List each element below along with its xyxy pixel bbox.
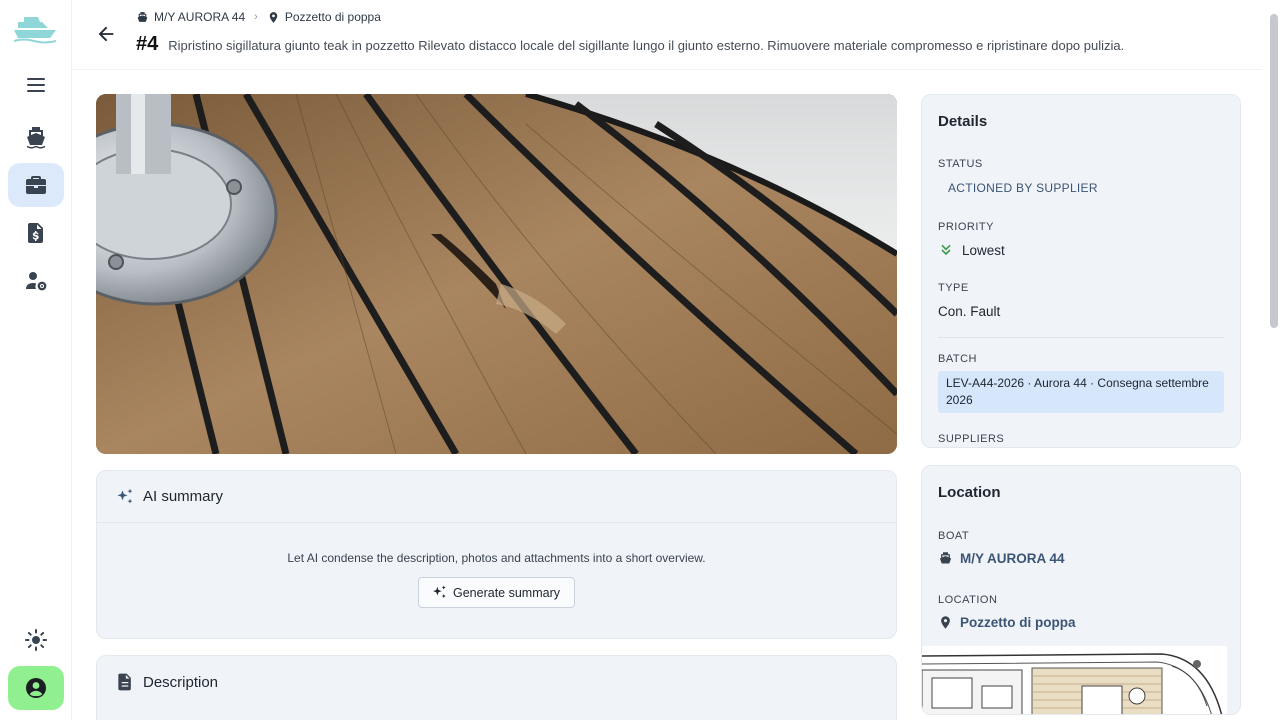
batch-chip[interactable]: LEV-A44-2026 · Aurora 44 · Consegna sett… (938, 371, 1224, 413)
ship-icon (27, 127, 45, 149)
description-title: Description (143, 673, 219, 691)
account-button[interactable] (8, 666, 64, 710)
page-title: #4 Ripristino sigillatura giunto teak in… (136, 33, 1124, 56)
deck-plan-image[interactable] (922, 646, 1227, 714)
ai-summary-card: AI summary Let AI condense the descripti… (96, 470, 897, 639)
app-logo-boat-icon[interactable] (12, 14, 60, 46)
chevrons-down-icon (941, 244, 951, 256)
sun-icon (25, 629, 47, 651)
sparkles-icon (117, 488, 133, 504)
ship-icon (137, 11, 148, 22)
breadcrumb-boat-label: M/Y AURORA 44 (154, 10, 246, 24)
back-button[interactable] (92, 20, 120, 48)
ai-summary-header: AI summary (97, 471, 896, 523)
invoice-dollar-icon (28, 223, 43, 243)
description-card: Description (96, 655, 897, 720)
location-card: Location BOAT M/Y AURORA 44 LOCATION Poz… (921, 465, 1241, 715)
generate-summary-label: Generate summary (453, 585, 560, 600)
suppliers-label: SUPPLIERS (938, 433, 1005, 445)
left-nav-rail (0, 0, 72, 720)
briefcase-icon (26, 176, 46, 194)
priority-value[interactable]: Lowest (938, 242, 1005, 258)
location-link[interactable]: Pozzetto di poppa (938, 615, 1076, 630)
breadcrumb-location-label: Pozzetto di poppa (284, 10, 381, 24)
menu-toggle-button[interactable] (8, 63, 64, 107)
ai-summary-hint: Let AI condense the description, photos … (287, 551, 706, 565)
description-header: Description (97, 656, 896, 708)
page-scrollbar[interactable] (1270, 14, 1278, 328)
map-pin-icon (269, 11, 278, 23)
generate-summary-button[interactable]: Generate summary (418, 577, 575, 608)
map-pin-icon (941, 616, 950, 629)
document-icon (118, 673, 131, 691)
deck-plan-drawing (922, 646, 1227, 714)
priority-text: Lowest (962, 242, 1005, 258)
priority-label: PRIORITY (938, 221, 994, 233)
teak-deck-photo (96, 94, 897, 454)
details-card: Details STATUS ACTIONED BY SUPPLIER PRIO… (921, 94, 1241, 448)
boat-link-label: M/Y AURORA 44 (960, 551, 1065, 566)
type-label: TYPE (938, 282, 969, 294)
breadcrumb-separator: › (254, 11, 258, 23)
boat-link[interactable]: M/Y AURORA 44 (938, 551, 1065, 566)
boat-label: BOAT (938, 530, 970, 542)
hamburger-icon (27, 78, 45, 92)
nav-invoices[interactable] (8, 211, 64, 255)
batch-label: BATCH (938, 353, 977, 365)
nav-boats[interactable] (8, 115, 64, 159)
location-link-label: Pozzetto di poppa (960, 615, 1076, 630)
breadcrumb: M/Y AURORA 44 › Pozzetto di poppa (136, 10, 381, 24)
ai-summary-title: AI summary (143, 488, 224, 505)
issue-number: #4 (136, 33, 159, 55)
breadcrumb-location[interactable]: Pozzetto di poppa (267, 10, 381, 24)
user-gear-icon (26, 272, 47, 291)
ship-icon (939, 552, 952, 564)
nav-issues[interactable] (8, 163, 64, 207)
details-title: Details (938, 113, 988, 130)
type-value: Con. Fault (938, 304, 1001, 319)
sparkles-icon (433, 585, 446, 599)
status-badge[interactable]: ACTIONED BY SUPPLIER (938, 178, 1108, 198)
details-divider (938, 337, 1224, 338)
user-circle-icon (26, 678, 46, 698)
page-header: M/Y AURORA 44 › Pozzetto di poppa #4 Rip… (72, 0, 1262, 70)
status-label: STATUS (938, 158, 983, 170)
issue-photo[interactable] (96, 94, 897, 454)
breadcrumb-boat[interactable]: M/Y AURORA 44 (136, 10, 245, 24)
nav-user-settings[interactable] (8, 259, 64, 303)
location-label: LOCATION (938, 594, 998, 606)
location-title: Location (938, 484, 1001, 501)
theme-toggle-button[interactable] (8, 618, 64, 662)
arrow-left-icon (98, 26, 114, 42)
issue-title: Ripristino sigillatura giunto teak in po… (168, 38, 1125, 53)
